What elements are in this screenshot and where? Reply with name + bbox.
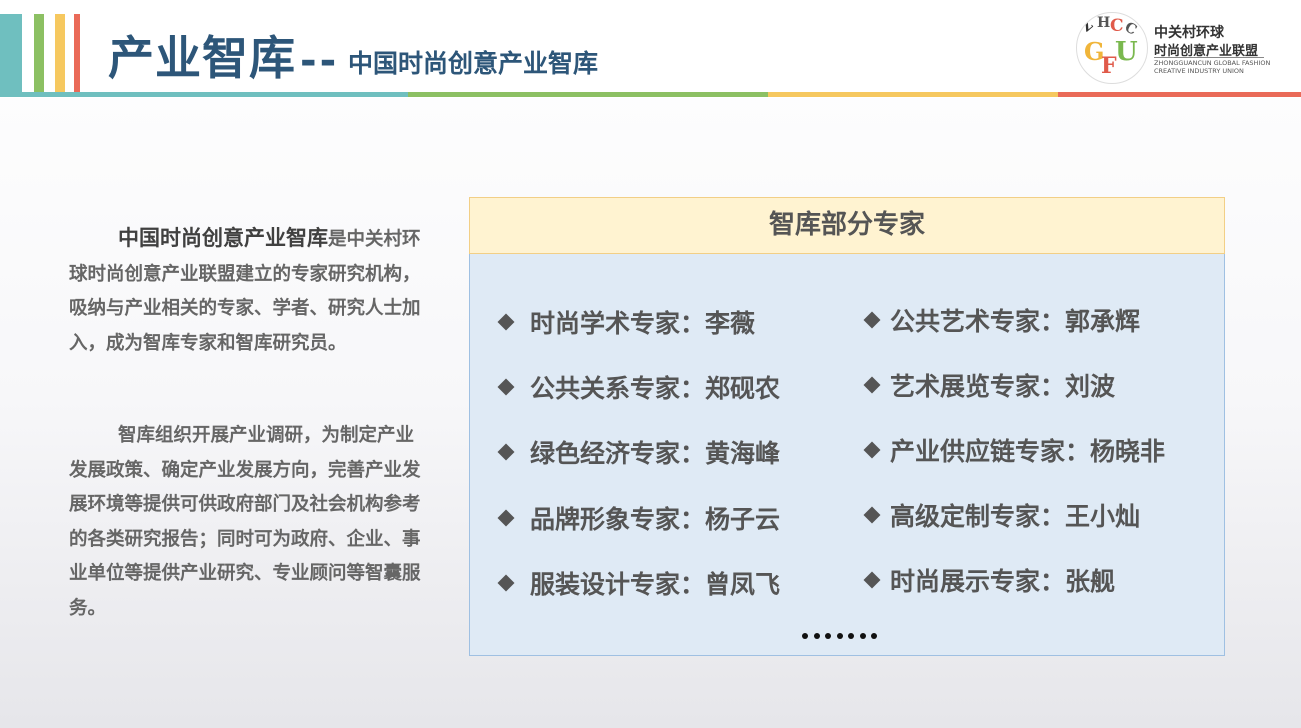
header-bar-red xyxy=(1058,92,1301,97)
logo-emblem-icon: Z H C G F C U xyxy=(1076,12,1148,84)
expert-item: 绿色经济专家：黄海峰 xyxy=(497,434,780,470)
accent-stripe-teal xyxy=(0,14,22,92)
page-title-main: 产业智库 xyxy=(108,31,296,85)
ellipsis-dot xyxy=(871,633,877,639)
expert-item: 艺术展览专家：刘波 xyxy=(863,367,1115,403)
ellipsis-dot xyxy=(825,633,831,639)
header-bar-teal xyxy=(0,92,408,97)
expert-item: 品牌形象专家：杨子云 xyxy=(497,500,780,536)
diamond-bullet-icon xyxy=(497,509,515,527)
diamond-bullet-icon xyxy=(863,506,881,524)
ellipsis-dot xyxy=(848,633,854,639)
intro-paragraph-2: 智库组织开展产业调研，为制定产业发展政策、确定产业发展方向，完善产业发展环境等提… xyxy=(69,425,421,619)
ellipsis-dot xyxy=(836,633,843,639)
diamond-bullet-icon xyxy=(497,378,515,396)
diamond-bullet-icon xyxy=(497,574,515,592)
diamond-bullet-icon xyxy=(863,571,881,589)
diamond-bullet-icon xyxy=(497,443,515,461)
experts-panel-title: 智库部分专家 xyxy=(469,197,1225,254)
intro-highlight: 中国时尚创意产业智库 xyxy=(118,226,328,250)
diamond-bullet-icon xyxy=(497,313,515,331)
logo-name-line1: 中关村环球 xyxy=(1154,25,1224,41)
ellipsis-dot xyxy=(813,633,820,639)
accent-stripe-red xyxy=(74,14,80,92)
header: 产业智库 -- 中国时尚创意产业智库 Z H C G F C U 中关村环球 时尚… xyxy=(0,0,1301,98)
header-bar-green xyxy=(408,92,768,97)
union-logo: Z H C G F C U 中关村环球 时尚创意产业联盟 ZHONGGUANCU… xyxy=(1076,10,1270,86)
expert-item: 公共关系专家：郑砚农 xyxy=(497,369,780,405)
expert-item: 服装设计专家：曾凤飞 xyxy=(497,565,780,601)
accent-stripe-green xyxy=(34,14,44,92)
ellipsis-dot xyxy=(859,633,866,639)
diamond-bullet-icon xyxy=(863,441,881,459)
title-separator: -- xyxy=(300,38,340,84)
page-subtitle: 中国时尚创意产业智库 xyxy=(348,49,599,78)
header-bar-yellow xyxy=(768,92,1058,97)
diamond-bullet-icon xyxy=(863,311,881,329)
logo-divider xyxy=(1154,57,1264,58)
logo-english-name: ZHONGGUANCUN GLOBAL FASHION CREATIVE IND… xyxy=(1154,59,1271,75)
expert-item: 时尚学术专家：李薇 xyxy=(497,304,755,340)
expert-item: 产业供应链专家：杨晓非 xyxy=(863,432,1165,468)
expert-item: 时尚展示专家：张舰 xyxy=(863,562,1115,598)
page-title: 产业智库 -- xyxy=(108,22,339,88)
ellipsis-dot xyxy=(802,633,808,639)
expert-item: 高级定制专家：王小灿 xyxy=(863,497,1140,533)
accent-stripe-yellow xyxy=(55,14,65,92)
expert-item: 公共艺术专家：郭承辉 xyxy=(863,302,1140,338)
intro-paragraph-1: 中国时尚创意产业智库是中关村环球时尚创意产业联盟建立的专家研究机构，吸纳与产业相… xyxy=(69,221,425,361)
diamond-bullet-icon xyxy=(863,376,881,394)
